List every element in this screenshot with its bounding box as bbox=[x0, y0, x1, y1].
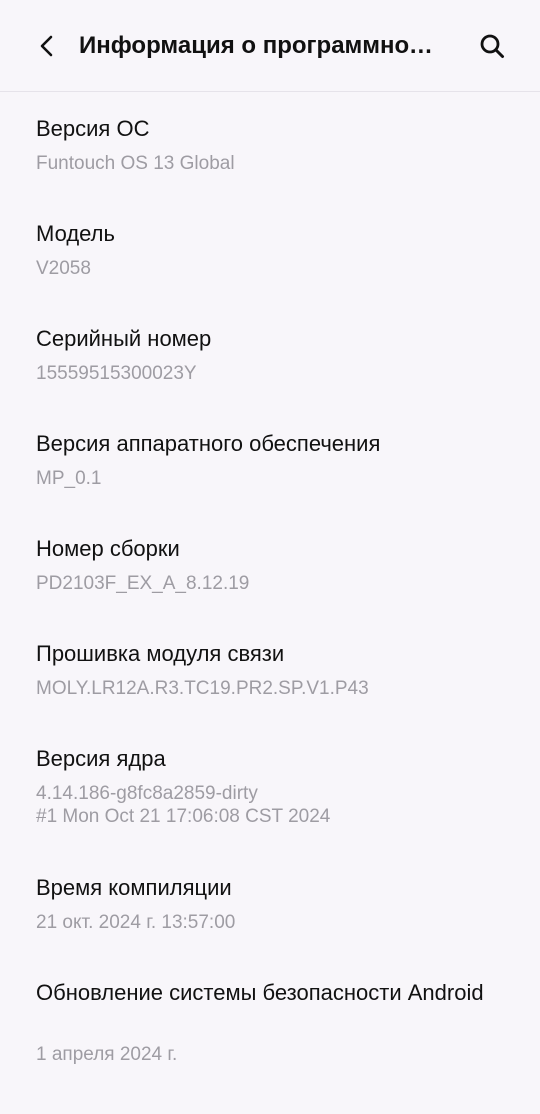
item-title: Номер сборки bbox=[36, 536, 180, 561]
item-value: MP_0.1 bbox=[36, 468, 102, 489]
item-value: PD2103F_EX_A_8.12.19 bbox=[36, 573, 250, 594]
top-app-bar: Информация о программном обеспечении bbox=[0, 0, 540, 92]
item-title: Обновление системы безопасности Android bbox=[36, 980, 484, 1005]
info-item-baseband-version[interactable]: Прошивка модуля связи MOLY.LR12A.R3.TC19… bbox=[0, 640, 540, 710]
back-button[interactable] bbox=[28, 26, 68, 66]
item-title: Прошивка модуля связи bbox=[36, 641, 285, 666]
item-value: 21 окт. 2024 г. 13:57:00 bbox=[36, 912, 236, 933]
item-value: Funtouch OS 13 Global bbox=[36, 153, 235, 174]
chevron-left-icon bbox=[40, 35, 53, 57]
item-value: MOLY.LR12A.R3.TC19.PR2.SP.V1.P43 bbox=[36, 678, 369, 699]
item-value: 4.14.186-g8fc8a2859-dirty #1 Mon Oct 21 … bbox=[36, 783, 331, 827]
search-icon bbox=[480, 34, 504, 58]
info-item-kernel-version[interactable]: Версия ядра 4.14.186-g8fc8a2859-dirty #1… bbox=[0, 745, 540, 840]
item-title: Модель bbox=[36, 221, 115, 246]
info-item-os-version[interactable]: Версия ОС Funtouch OS 13 Global bbox=[0, 115, 540, 185]
info-item-build-number[interactable]: Номер сборки PD2103F_EX_A_8.12.19 bbox=[0, 535, 540, 605]
search-button[interactable] bbox=[472, 26, 512, 66]
item-title: Время компиляции bbox=[36, 875, 232, 900]
info-item-model[interactable]: Модель V2058 bbox=[0, 220, 540, 290]
info-item-serial-number[interactable]: Серийный номер 15559515300023Y bbox=[0, 325, 540, 395]
info-item-security-patch[interactable]: Обновление системы безопасности Android … bbox=[0, 979, 540, 1074]
item-title: Серийный номер bbox=[36, 326, 212, 351]
page-title: Информация о программном обеспечении bbox=[79, 32, 445, 59]
item-value: 15559515300023Y bbox=[36, 363, 197, 384]
item-value: 1 апреля 2024 г. bbox=[36, 1044, 178, 1065]
info-item-compile-time[interactable]: Время компиляции 21 окт. 2024 г. 13:57:0… bbox=[0, 874, 540, 944]
item-title: Версия ОС bbox=[36, 116, 150, 141]
item-title: Версия аппаратного обеспечения bbox=[36, 431, 381, 456]
item-value: V2058 bbox=[36, 258, 91, 279]
item-title: Версия ядра bbox=[36, 746, 166, 771]
info-item-hardware-version[interactable]: Версия аппаратного обеспечения MP_0.1 bbox=[0, 430, 540, 500]
